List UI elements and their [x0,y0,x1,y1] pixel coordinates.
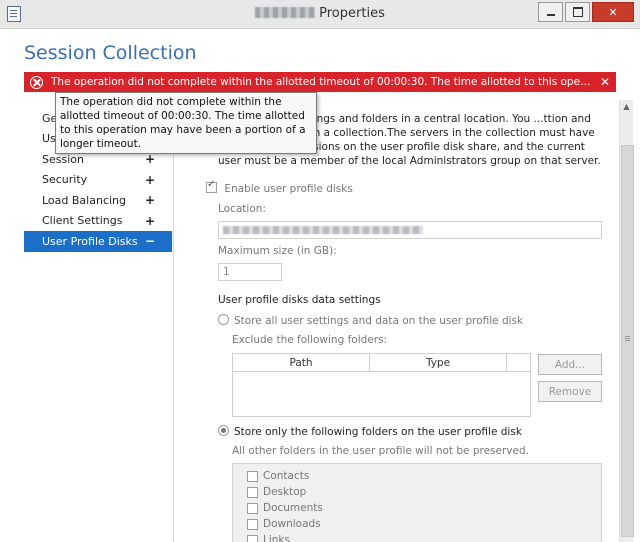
close-icon: ✕ [608,5,618,19]
remove-folder-button[interactable]: Remove [538,381,602,402]
error-message: The operation did not complete within th… [51,76,594,88]
title-bar: Properties ✕ [0,0,640,29]
enable-upd-checkbox[interactable] [206,179,217,193]
folder-label: Downloads [263,518,321,530]
sidebar-divider [173,100,174,542]
window-title-text: Properties [319,6,385,21]
exclude-label: Exclude the following folders: [232,334,388,346]
expand-icon: + [144,193,155,208]
sidebar-item-client-settings[interactable]: Client Settings + [24,211,172,232]
vertical-scrollbar[interactable]: ▲ [619,100,634,542]
sidebar-item-label: Load Balancing [42,193,126,207]
sidebar-item-security[interactable]: Security + [24,170,172,191]
scroll-up-arrow-icon[interactable]: ▲ [620,102,633,114]
expand-icon: + [144,172,155,187]
folder-item-downloads[interactable]: Downloads [233,516,601,532]
folder-item-documents[interactable]: Documents [233,500,601,516]
redacted-server-name [255,7,316,18]
location-label: Location: [218,203,266,215]
folder-label: Links [263,534,290,542]
minimize-button[interactable] [538,2,563,22]
option-store-only-row[interactable]: Store only the following folders on the … [218,425,522,438]
location-input[interactable] [218,221,602,239]
sidebar-item-label: User Profile Disks [42,234,138,248]
sidebar-item-user-profile-disks[interactable]: User Profile Disks − [24,231,172,252]
folder-checkbox[interactable] [247,486,258,498]
collapse-icon: − [144,234,155,249]
sidebar-item-label: Client Settings [42,214,123,228]
store-only-radio[interactable] [218,425,229,436]
data-settings-label: User profile disks data settings [218,294,381,306]
error-banner[interactable]: The operation did not complete within th… [24,72,616,92]
store-only-label: Store only the following folders on the … [234,426,522,438]
maximize-button[interactable] [565,2,590,22]
grid-header-extra [507,354,530,371]
sidebar-item-label: Session [42,152,84,166]
folder-item-desktop[interactable]: Desktop [233,484,601,500]
page-title: Session Collection [24,42,197,64]
sidebar-item-label: Security [42,173,88,187]
folder-label: Desktop [263,486,307,498]
excluded-folders-grid[interactable]: Path Type [232,353,531,417]
sidebar-item-load-balancing[interactable]: Load Balancing + [24,190,172,211]
expand-icon: + [144,152,155,167]
grid-header-type[interactable]: Type [370,354,507,371]
folder-label: Documents [263,502,323,514]
error-dismiss-button[interactable]: ✕ [594,75,616,89]
folder-checkbox[interactable] [247,502,258,514]
max-size-input[interactable]: 1 [218,263,282,281]
not-preserved-label: All other folders in the user profile wi… [232,445,529,457]
grid-header-path[interactable]: Path [233,354,370,371]
folder-checkbox[interactable] [247,534,258,542]
folder-checkbox[interactable] [247,470,258,482]
folder-label: Contacts [263,470,310,482]
scroll-thumb[interactable] [621,145,634,537]
option-store-all-row[interactable]: Store all user settings and data on the … [218,314,523,327]
folder-checkbox[interactable] [247,518,258,530]
error-circle-icon [30,75,43,89]
store-all-radio[interactable] [218,314,229,325]
close-button[interactable]: ✕ [592,2,634,22]
content-pane: users to store settings and folders in a… [180,100,610,542]
redacted-location-value [223,226,423,234]
folder-item-links[interactable]: Links [233,532,601,542]
grid-header: Path Type [233,354,530,372]
add-folder-button[interactable]: Add... [538,354,602,375]
enable-upd-row[interactable]: Enable user profile disks [206,179,353,195]
max-size-value: 1 [223,266,230,278]
expand-icon: + [144,213,155,228]
enable-upd-label: Enable user profile disks [224,183,353,195]
folder-item-contacts[interactable]: Contacts [233,468,601,484]
maximize-icon [572,7,583,17]
grip-icon [625,336,630,337]
max-size-label: Maximum size (in GB): [218,245,337,257]
store-all-label: Store all user settings and data on the … [234,315,524,327]
minimize-icon [546,14,555,16]
folders-list: Contacts Desktop Documents Downloads Lin… [232,463,602,542]
error-tooltip: The operation did not complete within th… [55,92,317,154]
